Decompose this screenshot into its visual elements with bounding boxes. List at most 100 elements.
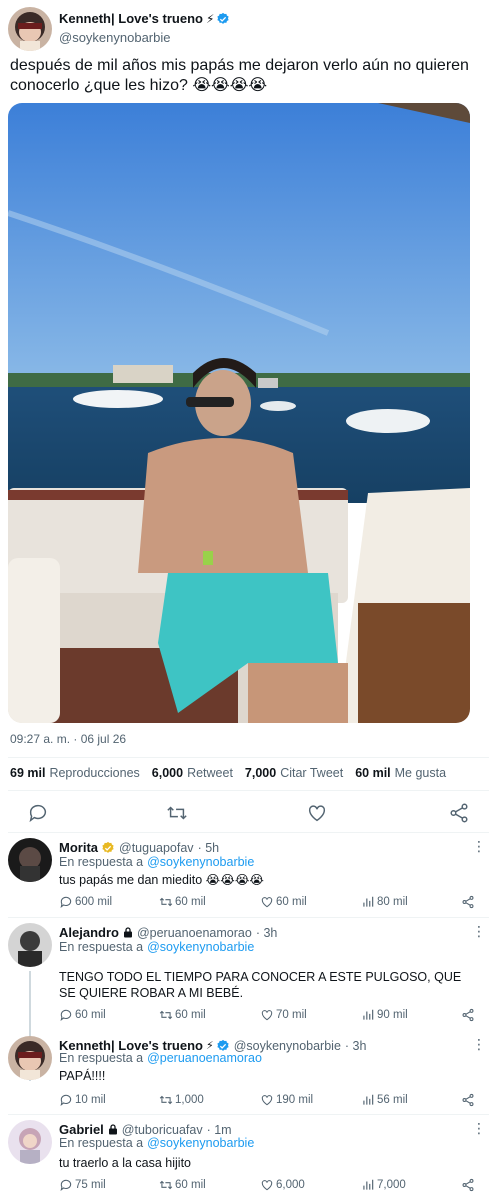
views-count-value: 7,000	[377, 1179, 406, 1191]
reply-count[interactable]: 60 mil	[59, 1008, 106, 1022]
reply-count-value: 10 mil	[75, 1094, 106, 1106]
reply-avatar[interactable]	[8, 1036, 52, 1080]
share-icon[interactable]	[448, 802, 470, 824]
reply-to-handle[interactable]: @peruanoenamorao	[147, 1051, 262, 1065]
reply-to-handle[interactable]: @soykenynobarbie	[147, 940, 254, 954]
retweet-icon[interactable]	[166, 802, 188, 824]
reply-avatar[interactable]	[8, 1120, 52, 1164]
reply-time[interactable]: · 3h	[256, 926, 278, 940]
quote-label[interactable]: Citar Tweet	[280, 766, 343, 780]
reply-icon	[60, 1009, 72, 1021]
author-name[interactable]: Kenneth| Love's trueno	[59, 11, 203, 26]
more-icon[interactable]: ⋮	[472, 838, 486, 855]
views-icon	[363, 1094, 374, 1105]
reply-item[interactable]: Morita @tuguapofav · 5h ⋮ En respuesta a…	[0, 834, 497, 916]
likes-label[interactable]: Me gusta	[395, 766, 446, 780]
views-count-value: 56 mil	[377, 1094, 408, 1106]
reply-count[interactable]: 600 mil	[59, 895, 112, 909]
retweet-count-value: 60 mil	[175, 1009, 206, 1021]
reply-count[interactable]: 75 mil	[59, 1178, 106, 1192]
reply-avatar[interactable]	[8, 923, 52, 967]
like-count[interactable]: 60 mil	[260, 895, 307, 909]
views-count[interactable]: 7,000	[361, 1178, 406, 1192]
retweet-count[interactable]: 60 mil	[159, 1008, 206, 1022]
reply-author-handle[interactable]: @peruanoenamorao	[137, 926, 252, 940]
reply-count-value: 600 mil	[75, 896, 113, 908]
reply-item[interactable]: Kenneth| Love's trueno ⚡ @soykenynobarbi…	[0, 1032, 497, 1112]
retweet-count[interactable]: 60 mil	[159, 895, 206, 909]
reply-time[interactable]: · 1m	[207, 1123, 232, 1137]
reply-count[interactable]: 10 mil	[59, 1093, 106, 1107]
tweet-timestamp[interactable]: 09:27 a. m. · 06 jul 26	[10, 732, 126, 746]
like-count[interactable]: 190 mil	[260, 1093, 313, 1107]
views-count-value: 90 mil	[377, 1009, 408, 1021]
reply-text: TENGO TODO EL TIEMPO PARA CONOCER A ESTE…	[59, 970, 462, 1000]
like-count-value: 70 mil	[276, 1009, 307, 1021]
reply-item[interactable]: Alejandro @peruanoenamorao · 3h ⋮ En res…	[0, 919, 497, 1081]
reply-to-handle[interactable]: @soykenynobarbie	[147, 1136, 254, 1150]
lightning-emoji: ⚡	[205, 11, 215, 26]
like-count[interactable]: 6,000	[260, 1178, 305, 1192]
reply-metrics: 10 mil 1,000 190 mil 56 mil	[59, 1093, 489, 1109]
reply-prefix: En respuesta a	[59, 1136, 144, 1150]
views-count[interactable]: 56 mil	[361, 1093, 408, 1107]
reply-avatar[interactable]	[8, 838, 52, 882]
views-count[interactable]: 90 mil	[361, 1008, 408, 1022]
retweet-count-value: 1,000	[175, 1094, 204, 1106]
author-handle[interactable]: @soykenynobarbie	[59, 30, 170, 45]
views-icon	[363, 896, 374, 907]
retweet-count[interactable]: 60 mil	[159, 1178, 206, 1192]
reply-author-name[interactable]: Alejandro	[59, 925, 119, 940]
like-icon	[261, 1095, 273, 1106]
reply-author-name[interactable]: Morita	[59, 840, 98, 855]
tweet-text: después de mil años mis papás me dejaron…	[10, 57, 469, 94]
reply-metrics: 75 mil 60 mil 6,000 7,000	[59, 1178, 489, 1194]
share-icon[interactable]	[461, 1008, 475, 1022]
retweet-count-value: 60 mil	[175, 1179, 206, 1191]
like-count[interactable]: 70 mil	[260, 1008, 307, 1022]
tweet-actions	[0, 798, 497, 828]
more-icon[interactable]: ⋮	[472, 1036, 486, 1053]
views-label[interactable]: Reproducciones	[49, 766, 139, 780]
reply-text: tu traerlo a la casa hijito	[59, 1156, 192, 1170]
reply-text: tus papás me dan miedito 😭😭😭😭	[59, 873, 265, 887]
divider	[8, 757, 489, 758]
retweet-label[interactable]: Retweet	[187, 766, 233, 780]
views-count[interactable]: 80 mil	[361, 895, 408, 909]
reply-icon[interactable]	[27, 802, 49, 824]
like-icon	[261, 897, 273, 908]
retweet-icon	[159, 1095, 173, 1105]
reply-prefix: En respuesta a	[59, 1051, 144, 1065]
views-count: 69 mil	[10, 766, 46, 780]
share-icon[interactable]	[461, 1093, 475, 1107]
views-count-value: 80 mil	[377, 896, 408, 908]
reply-to-handle[interactable]: @soykenynobarbie	[147, 855, 254, 869]
tweet-stats: 69 mil Reproducciones 6,000 Retweet 7,000 C…	[10, 766, 458, 780]
quote-count: 7,000	[244, 766, 277, 780]
divider	[8, 917, 489, 918]
reply-author-handle[interactable]: @tuguapofav	[119, 841, 194, 855]
author-avatar[interactable]	[8, 7, 52, 51]
reply-time[interactable]: · 3h	[345, 1039, 367, 1053]
reply-author-name[interactable]: Gabriel	[59, 1122, 104, 1137]
lock-icon	[123, 927, 132, 938]
share-icon[interactable]	[461, 895, 475, 909]
reply-metrics: 60 mil 60 mil 70 mil 90 mil	[59, 1008, 489, 1024]
reply-author-handle[interactable]: @tuboricuafav	[122, 1123, 203, 1137]
tweet-photo[interactable]	[8, 103, 470, 723]
reply-time[interactable]: · 5h	[198, 841, 220, 855]
retweet-count[interactable]: 1,000	[159, 1093, 204, 1107]
like-count-value: 60 mil	[276, 896, 307, 908]
reply-count-value: 75 mil	[75, 1179, 106, 1191]
views-icon	[363, 1009, 374, 1020]
more-icon[interactable]: ⋮	[472, 923, 486, 940]
reply-icon	[60, 1179, 72, 1191]
like-icon	[261, 1010, 273, 1021]
lock-icon	[108, 1124, 117, 1135]
like-icon[interactable]	[306, 802, 328, 824]
more-icon[interactable]: ⋮	[472, 1120, 486, 1137]
like-count-value: 190 mil	[276, 1094, 314, 1106]
share-icon[interactable]	[461, 1178, 475, 1192]
retweet-icon	[159, 1010, 173, 1020]
reply-item[interactable]: Gabriel @tuboricuafav · 1m ⋮ En respuest…	[0, 1116, 497, 1200]
